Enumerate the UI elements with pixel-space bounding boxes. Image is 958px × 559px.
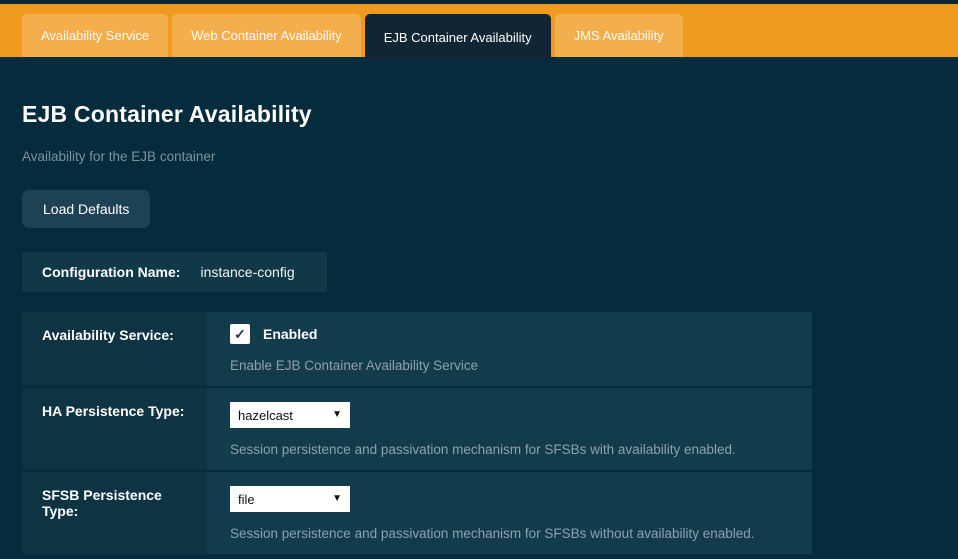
enabled-checkbox-label: Enabled [263, 326, 317, 342]
main-content: EJB Container Availability Availability … [0, 101, 958, 554]
ha-persistence-type-help: Session persistence and passivation mech… [230, 442, 792, 457]
form-row-ha-persistence-type: HA Persistence Type: hazelcast ▼ Session… [22, 388, 812, 470]
sfsb-persistence-type-field: file ▼ Session persistence and passivati… [207, 472, 812, 554]
sfsb-persistence-type-value: file [238, 492, 255, 507]
dropdown-arrow-icon: ▼ [332, 494, 342, 504]
ha-persistence-type-select[interactable]: hazelcast ▼ [230, 402, 350, 428]
availability-service-help: Enable EJB Container Availability Servic… [230, 358, 792, 373]
page-subtitle: Availability for the EJB container [22, 149, 958, 164]
configuration-name-row: Configuration Name: instance-config [22, 252, 327, 292]
enabled-checkbox[interactable]: ✓ [230, 324, 250, 344]
configuration-name-value: instance-config [200, 264, 294, 280]
tab-ejb-container-availability[interactable]: EJB Container Availability [365, 14, 551, 60]
sfsb-persistence-type-help: Session persistence and passivation mech… [230, 526, 792, 541]
tab-web-container-availability[interactable]: Web Container Availability [172, 14, 361, 57]
availability-service-field: ✓ Enabled Enable EJB Container Availabil… [207, 312, 812, 386]
sfsb-persistence-type-select[interactable]: file ▼ [230, 486, 350, 512]
configuration-name-label: Configuration Name: [42, 264, 180, 280]
form-row-availability-service: Availability Service: ✓ Enabled Enable E… [22, 312, 812, 386]
page-title: EJB Container Availability [22, 101, 958, 128]
load-defaults-button[interactable]: Load Defaults [22, 190, 150, 228]
tab-availability-service[interactable]: Availability Service [22, 14, 168, 57]
ha-persistence-type-label: HA Persistence Type: [22, 388, 207, 470]
tab-jms-availability[interactable]: JMS Availability [555, 14, 683, 57]
form-row-sfsb-persistence-type: SFSB Persistence Type: file ▼ Session pe… [22, 472, 812, 554]
tab-bar: Availability Service Web Container Avail… [0, 4, 958, 57]
ha-persistence-type-field: hazelcast ▼ Session persistence and pass… [207, 388, 812, 470]
sfsb-persistence-type-label: SFSB Persistence Type: [22, 472, 207, 554]
availability-service-label: Availability Service: [22, 312, 207, 386]
availability-form: Availability Service: ✓ Enabled Enable E… [22, 312, 812, 554]
checkmark-icon: ✓ [234, 326, 246, 343]
ha-persistence-type-value: hazelcast [238, 408, 293, 423]
dropdown-arrow-icon: ▼ [332, 410, 342, 420]
